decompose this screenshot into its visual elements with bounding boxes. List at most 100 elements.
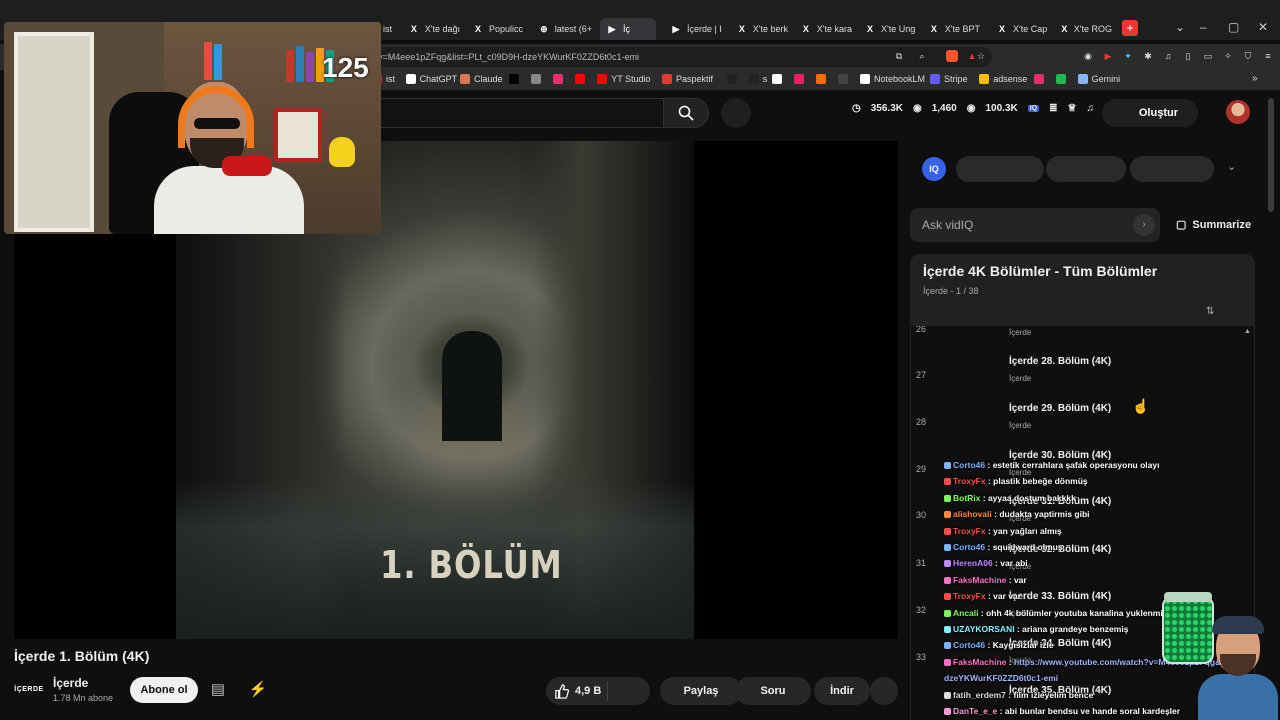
browser-tab[interactable]: X X'te Cap (990, 18, 1048, 40)
question-button[interactable]: Soru (735, 677, 811, 705)
bookmark-label: s (762, 74, 768, 84)
download-button[interactable]: İndir (814, 677, 870, 705)
chat-text: plastik bebeğe dönmüş (993, 476, 1088, 487)
sidebar-icon[interactable]: ▯ (1182, 50, 1194, 62)
send-icon[interactable]: › (1133, 214, 1155, 236)
new-tab-button[interactable]: + (1122, 20, 1138, 36)
open-in-app-icon[interactable]: ⧉ (893, 50, 905, 62)
browser-tab[interactable]: ⊕ latest (6+ (532, 18, 592, 40)
avatar[interactable] (1226, 100, 1250, 124)
cam-streamer (154, 82, 304, 234)
bookmark-item[interactable]: NotebookLM (860, 74, 925, 84)
list-icon[interactable]: ≣ (1049, 103, 1057, 114)
bookmark-item[interactable]: adsense (979, 74, 1027, 84)
vidiq-chip[interactable] (1130, 156, 1214, 182)
tab-label: Populicc (489, 24, 524, 34)
summarize-label: Summarize (1192, 218, 1252, 231)
more-actions-button[interactable] (870, 677, 898, 705)
bookmark-item[interactable]: Stripe (930, 74, 968, 84)
subscribe-button[interactable]: Abone ol (130, 677, 198, 703)
channel-logo[interactable]: İÇERDE (14, 680, 44, 698)
maximize-icon[interactable]: ▢ (1228, 20, 1239, 34)
browser-tab[interactable]: X X'te dağı (402, 18, 460, 40)
vpn-icon[interactable]: ⛉ (1242, 50, 1254, 62)
bookmark-item[interactable] (553, 74, 567, 84)
bookmarks-overflow-icon[interactable]: » (1252, 73, 1258, 84)
vidiq-logo[interactable]: IQ (922, 157, 946, 181)
bookmark-item[interactable] (838, 74, 852, 84)
channel-name[interactable]: İçerde (53, 676, 88, 690)
share-button[interactable]: Paylaş (660, 677, 742, 705)
chat-badge-icon (944, 708, 951, 715)
bookmark-item[interactable]: YT Studio (597, 74, 651, 84)
wallet-icon[interactable]: ▭ (1202, 50, 1214, 62)
chat-badge-icon (944, 478, 951, 486)
minimize-icon[interactable]: – (1200, 20, 1207, 34)
sort-icon[interactable]: ⇅ (1206, 306, 1214, 317)
trophy-icon[interactable]: ♕ (1068, 103, 1077, 114)
ai-icon[interactable]: ✧ (1222, 50, 1234, 62)
bookmark-item[interactable] (575, 74, 589, 84)
bookmark-item[interactable]: ChatGPT (405, 74, 457, 84)
extension-icon[interactable]: ◉ (1082, 50, 1094, 62)
menu-icon[interactable]: ≡ (1262, 50, 1274, 62)
tab-label: X'te Cap (1013, 24, 1048, 34)
summarize-button[interactable]: ▢ Summarize (1176, 218, 1252, 232)
vidiq-icon[interactable]: IQ (1027, 105, 1040, 112)
lightning-icon[interactable]: ⚡ (248, 680, 268, 700)
browser-tab[interactable]: X X'te berk (730, 18, 788, 40)
bookmark-item[interactable]: Claude (460, 74, 503, 84)
tab-search-icon[interactable]: ⌄ (1175, 20, 1185, 34)
bell-icon[interactable]: ♫ (1086, 103, 1094, 114)
zoom-icon[interactable]: ⌕ (916, 50, 928, 62)
search-button[interactable] (663, 98, 709, 128)
close-window-icon[interactable]: ✕ (1258, 20, 1268, 34)
bookmark-item[interactable] (531, 74, 545, 84)
extension-icon[interactable]: ✦ (1122, 50, 1134, 62)
playlist-item-channel: İçerde (1009, 374, 1032, 383)
extension-icon[interactable]: ▶ (1102, 50, 1114, 62)
vidiq-chip[interactable] (956, 156, 1044, 182)
music-icon[interactable]: ♫ (1162, 50, 1174, 62)
browser-tab[interactable]: X X'te Ung (858, 18, 916, 40)
create-button[interactable]: Oluştur (1102, 99, 1198, 127)
ask-vidiq-input[interactable]: Ask vidIQ (910, 208, 1160, 242)
search-icon (678, 105, 694, 121)
bookmark-item[interactable] (726, 74, 741, 84)
browser-tab[interactable]: X X'te BPT (922, 18, 980, 40)
playlist-item[interactable]: 27 İçerde 28. Bölüm (4K) İçerde (911, 354, 1254, 401)
bookmark-item[interactable] (509, 74, 523, 84)
vidiq-chip[interactable] (1046, 156, 1126, 182)
bookmark-item[interactable]: s (748, 74, 768, 84)
chat-message: TroxyFx : plastik bebeğe dönmüş (944, 476, 1280, 486)
search-input[interactable] (372, 98, 664, 128)
browser-tab[interactable]: ▶ İçerde | I (664, 18, 724, 40)
chat-separator: : (985, 542, 993, 552)
browser-tab[interactable]: X X'te ROG (1054, 18, 1112, 40)
page-scrollbar[interactable] (1268, 98, 1274, 212)
playlist-item[interactable]: 26 İçerde (911, 326, 1254, 355)
browser-tab[interactable]: X Populicc (466, 18, 524, 40)
bookmark-item[interactable] (816, 74, 830, 84)
extensions-puzzle-icon[interactable]: ✱ (1142, 50, 1154, 62)
chat-username: Corto46 (953, 640, 986, 651)
transcript-icon[interactable]: ▤ (208, 680, 228, 700)
playlist-item[interactable]: 28 İçerde 29. Bölüm (4K) İçerde (911, 401, 1254, 448)
playlist-title[interactable]: İçerde 4K Bölümler - Tüm Bölümler (923, 263, 1157, 279)
bookmark-item[interactable] (772, 74, 786, 84)
browser-tab[interactable]: X X'te kara (794, 18, 852, 40)
bookmark-item[interactable]: Gemini (1077, 74, 1120, 84)
bookmark-item[interactable] (1033, 74, 1048, 84)
bookmark-label: YT Studio (611, 74, 651, 84)
brave-shield-icon[interactable] (946, 50, 958, 62)
voice-search-button[interactable] (721, 98, 751, 128)
bookmark-item[interactable]: Paspektif (662, 74, 713, 84)
like-button[interactable]: 4,9 B (546, 677, 650, 705)
tab-favicon-icon: X (930, 24, 937, 34)
rewards-icon[interactable]: ▲ (966, 50, 978, 62)
bookmark-item[interactable] (794, 74, 808, 84)
browser-tab[interactable]: ▶ İç (600, 18, 656, 40)
scroll-up-icon[interactable]: ▲ (1244, 328, 1251, 335)
chevron-down-icon[interactable]: ⌄ (1227, 160, 1236, 173)
bookmark-item[interactable] (1055, 74, 1070, 84)
